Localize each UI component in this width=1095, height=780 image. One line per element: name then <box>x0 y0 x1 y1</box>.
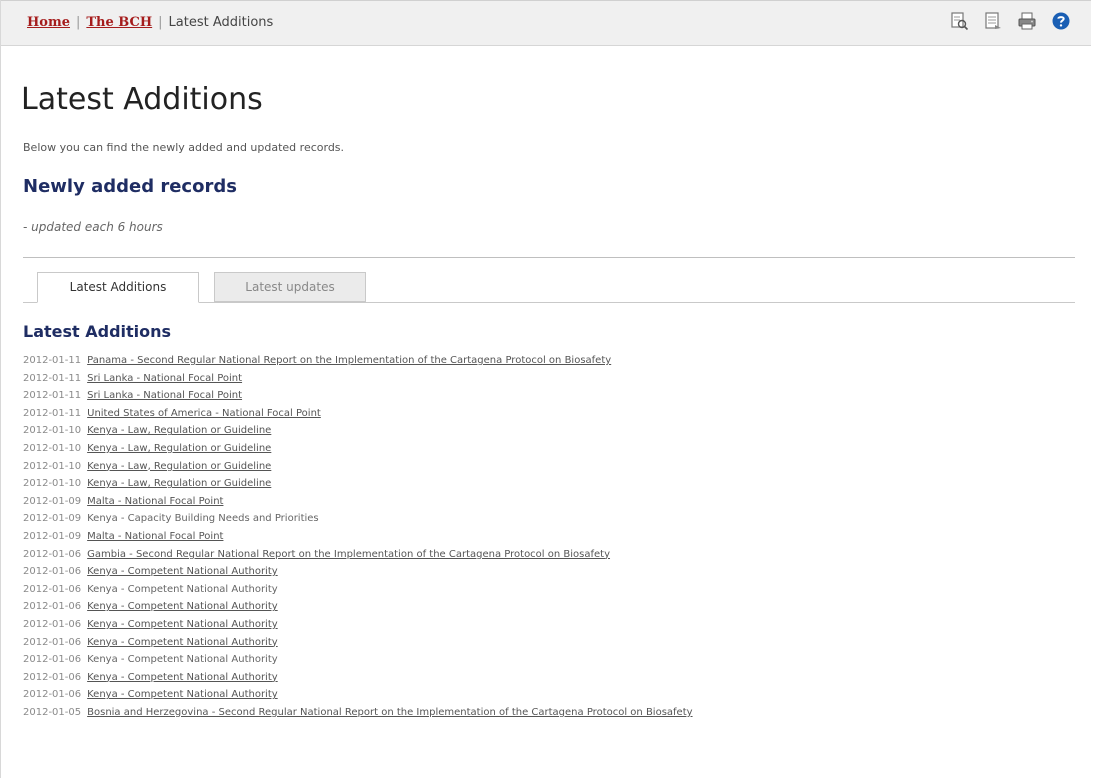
list-item: 2012-01-09 Malta - National Focal Point <box>23 493 1083 511</box>
page-frame: Home | The BCH | Latest Additions Latest Add… <box>0 0 1092 778</box>
breadcrumb-bch-link[interactable]: The BCH <box>86 15 152 30</box>
record-link[interactable]: Malta - National Focal Point <box>87 496 223 507</box>
record-text: Kenya - Competent National Authority <box>87 583 278 595</box>
records-list: 2012-01-11 Panama - Second Regular Nation… <box>23 352 1083 721</box>
record-date: 2012-01-06 <box>23 671 82 683</box>
tab-latest-additions[interactable]: Latest Additions <box>37 272 199 303</box>
help-icon[interactable] <box>1051 11 1071 31</box>
list-item: 2012-01-10 Kenya - Law, Regulation or Gui… <box>23 458 1083 476</box>
record-date: 2012-01-11 <box>23 390 82 402</box>
list-item: 2012-01-10 Kenya - Law, Regulation or Gui… <box>23 422 1083 440</box>
record-date: 2012-01-10 <box>23 460 82 472</box>
record-link[interactable]: Gambia - Second Regular National Report … <box>87 549 610 560</box>
breadcrumb-separator: | <box>75 15 81 30</box>
list-item: 2012-01-11 Panama - Second Regular Nation… <box>23 352 1083 370</box>
record-date: 2012-01-11 <box>23 372 82 384</box>
record-date: 2012-01-06 <box>23 618 82 630</box>
toolbar <box>949 11 1071 31</box>
record-link[interactable]: Kenya - Law, Regulation or Guideline <box>87 425 271 436</box>
tab-latest-updates[interactable]: Latest updates <box>214 272 366 302</box>
list-item: 2012-01-06 Gambia - Second Regular Nation… <box>23 546 1083 564</box>
record-link[interactable]: Kenya - Law, Regulation or Guideline <box>87 461 271 472</box>
record-link[interactable]: Panama - Second Regular National Report … <box>87 355 611 366</box>
print-icon[interactable] <box>1017 11 1037 31</box>
section-heading: Newly added records <box>23 176 237 197</box>
list-item: 2012-01-10 Kenya - Law, Regulation or Gui… <box>23 475 1083 493</box>
list-title: Latest Additions <box>23 322 172 341</box>
list-item: 2012-01-06 Kenya - Competent National Aut… <box>23 651 1083 669</box>
record-date: 2012-01-09 <box>23 530 82 542</box>
record-date: 2012-01-11 <box>23 407 82 419</box>
list-item: 2012-01-06 Kenya - Competent National Aut… <box>23 669 1083 687</box>
record-date: 2012-01-06 <box>23 566 82 578</box>
record-date: 2012-01-10 <box>23 425 82 437</box>
record-date: 2012-01-10 <box>23 442 82 454</box>
document-icon[interactable] <box>983 11 1003 31</box>
record-date: 2012-01-06 <box>23 636 82 648</box>
list-item: 2012-01-06 Kenya - Competent National Aut… <box>23 616 1083 634</box>
list-item: 2012-01-06 Kenya - Competent National Aut… <box>23 581 1083 599</box>
record-date: 2012-01-06 <box>23 689 82 701</box>
list-item: 2012-01-11 Sri Lanka - National Focal Poi… <box>23 387 1083 405</box>
record-date: 2012-01-10 <box>23 478 82 490</box>
record-link[interactable]: Kenya - Competent National Authority <box>87 566 278 577</box>
record-link[interactable]: Kenya - Law, Regulation or Guideline <box>87 478 271 489</box>
record-link[interactable]: United States of America - National Foca… <box>87 408 321 419</box>
list-item: 2012-01-05 Bosnia and Herzegovina - Secon… <box>23 704 1083 722</box>
page-title: Latest Additions <box>21 82 263 117</box>
list-item: 2012-01-09 Kenya - Capacity Building Need… <box>23 510 1083 528</box>
record-date: 2012-01-06 <box>23 583 82 595</box>
record-date: 2012-01-05 <box>23 706 82 718</box>
intro-text: Below you can find the newly added and u… <box>23 141 345 154</box>
record-link[interactable]: Kenya - Competent National Authority <box>87 689 278 700</box>
record-text: Kenya - Capacity Building Needs and Prio… <box>87 513 319 525</box>
record-link[interactable]: Kenya - Competent National Authority <box>87 601 278 612</box>
record-link[interactable]: Kenya - Competent National Authority <box>87 672 278 683</box>
record-text: Kenya - Competent National Authority <box>87 654 278 666</box>
list-item: 2012-01-06 Kenya - Competent National Aut… <box>23 563 1083 581</box>
breadcrumb-current: Latest Additions <box>168 15 274 30</box>
breadcrumb: Home | The BCH | Latest Additions <box>27 15 273 30</box>
tab-bar: Latest Additions Latest updates <box>23 272 1075 303</box>
record-date: 2012-01-06 <box>23 654 82 666</box>
record-link[interactable]: Sri Lanka - National Focal Point <box>87 373 242 384</box>
record-date: 2012-01-09 <box>23 495 82 507</box>
record-date: 2012-01-06 <box>23 548 82 560</box>
print-preview-icon[interactable] <box>949 11 969 31</box>
list-item: 2012-01-10 Kenya - Law, Regulation or Gui… <box>23 440 1083 458</box>
record-link[interactable]: Kenya - Law, Regulation or Guideline <box>87 443 271 454</box>
list-item: 2012-01-11 United States of America - Nat… <box>23 405 1083 423</box>
breadcrumb-home-link[interactable]: Home <box>27 15 70 30</box>
list-item: 2012-01-11 Sri Lanka - National Focal Poi… <box>23 370 1083 388</box>
record-date: 2012-01-11 <box>23 355 82 366</box>
list-item: 2012-01-06 Kenya - Competent National Aut… <box>23 598 1083 616</box>
list-item: 2012-01-09 Malta - National Focal Point <box>23 528 1083 546</box>
record-link[interactable]: Bosnia and Herzegovina - Second Regular … <box>87 707 692 718</box>
record-link[interactable]: Malta - National Focal Point <box>87 531 223 542</box>
record-link[interactable]: Kenya - Competent National Authority <box>87 619 278 630</box>
record-link[interactable]: Kenya - Competent National Authority <box>87 637 278 648</box>
list-item: 2012-01-06 Kenya - Competent National Aut… <box>23 686 1083 704</box>
breadcrumb-separator: | <box>158 15 163 30</box>
divider <box>23 257 1075 258</box>
list-item: 2012-01-06 Kenya - Competent National Aut… <box>23 634 1083 652</box>
update-note: - updated each 6 hours <box>23 220 163 234</box>
record-date: 2012-01-06 <box>23 601 82 613</box>
top-bar: Home | The BCH | Latest Additions <box>1 0 1091 46</box>
record-date: 2012-01-09 <box>23 513 82 525</box>
record-link[interactable]: Sri Lanka - National Focal Point <box>87 390 242 401</box>
